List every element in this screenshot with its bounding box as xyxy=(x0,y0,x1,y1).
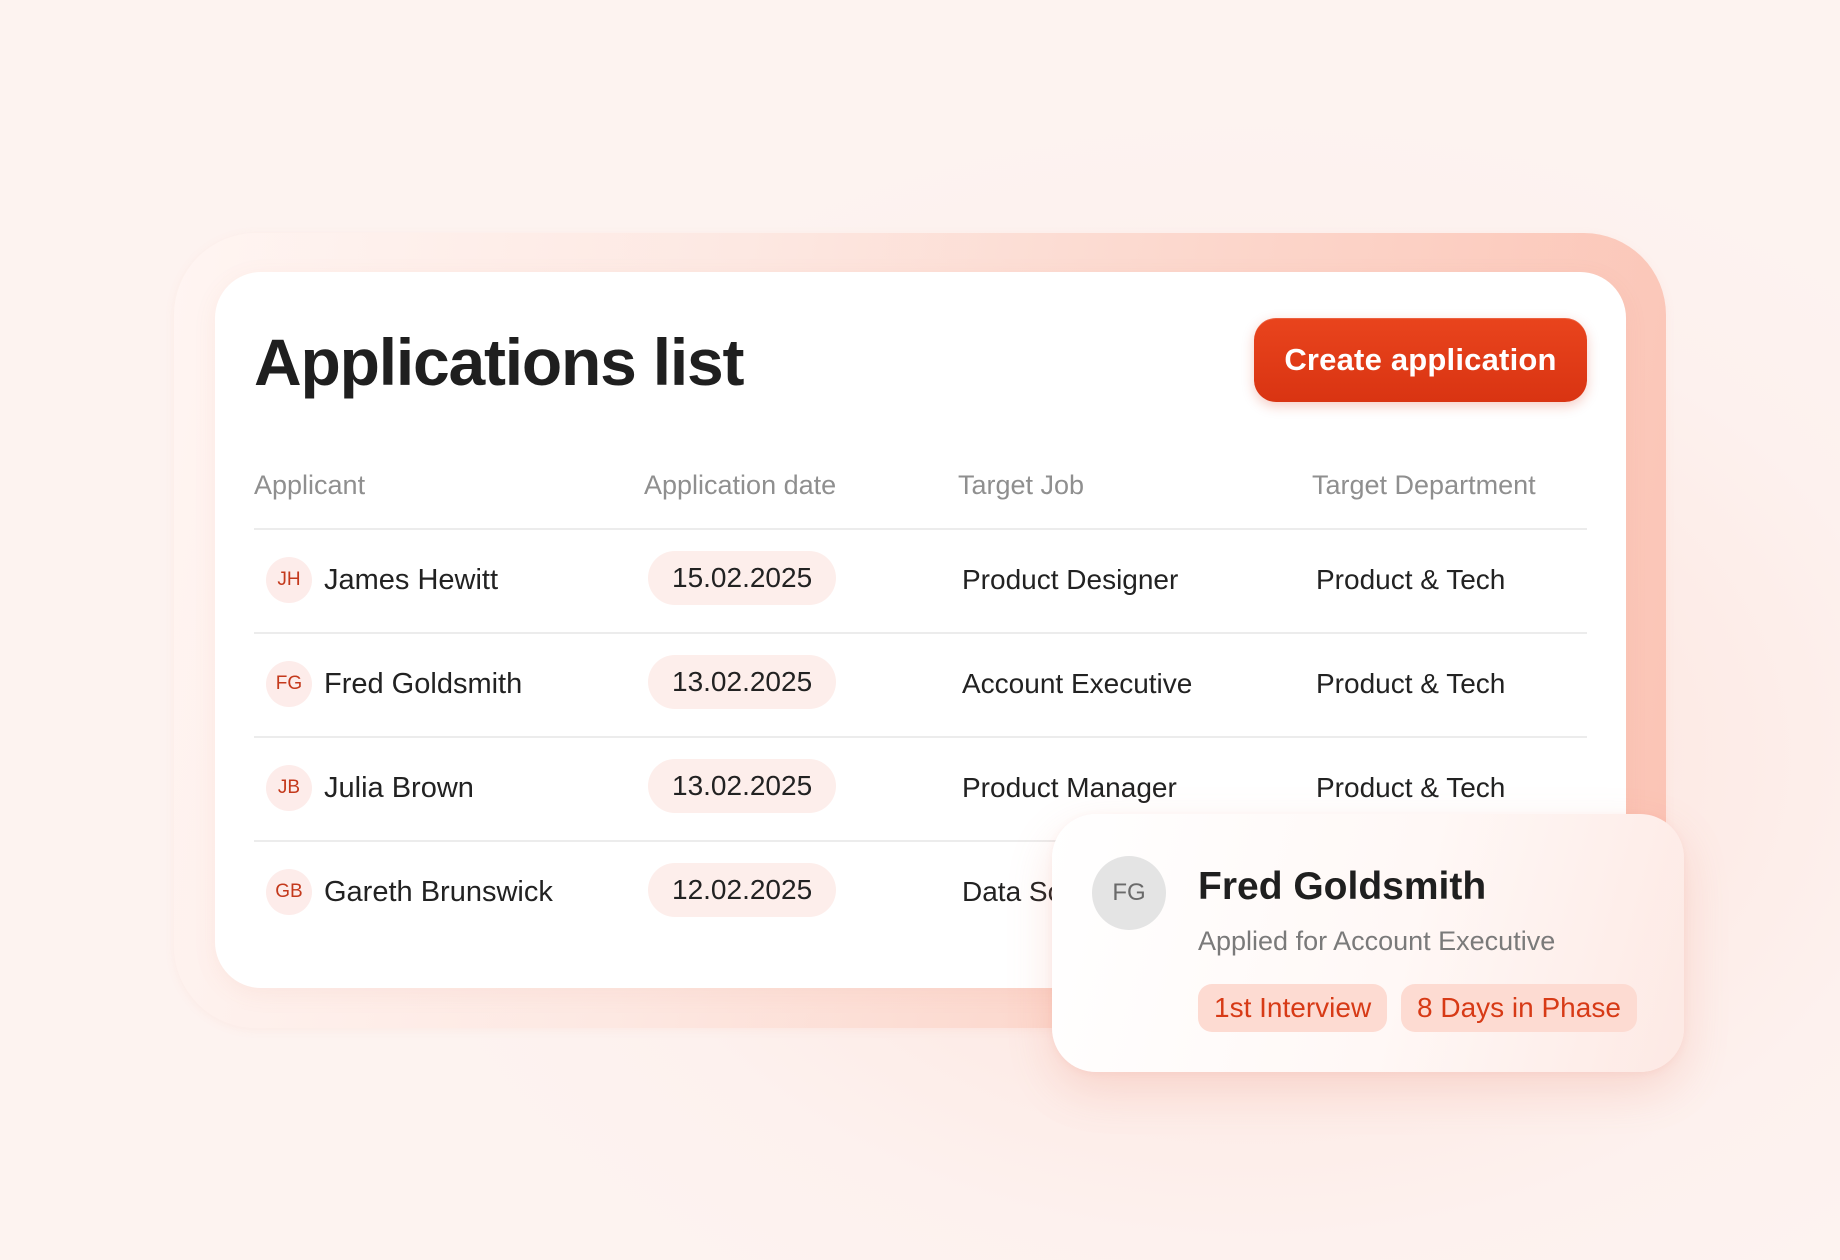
application-date-pill: 15.02.2025 xyxy=(648,551,837,605)
avatar: GB xyxy=(266,869,312,915)
application-date-pill: 13.02.2025 xyxy=(648,759,837,813)
interview-phase-badge: 1st Interview xyxy=(1198,984,1388,1032)
applicant-name: Fred Goldsmith xyxy=(324,668,523,700)
avatar: FG xyxy=(266,661,312,707)
applicant-name: Julia Brown xyxy=(324,772,474,804)
target-job: Product Manager xyxy=(962,772,1177,803)
target-department: Product & Tech xyxy=(1316,668,1506,699)
column-header-target-department[interactable]: Target Department xyxy=(1312,468,1536,502)
avatar: JH xyxy=(266,557,312,603)
page-title: Applications list xyxy=(254,325,745,399)
avatar: FG xyxy=(1092,856,1166,930)
days-in-phase-badge: 8 Days in Phase xyxy=(1401,984,1637,1032)
applicant-detail-popup[interactable]: FG Fred Goldsmith Applied for Account Ex… xyxy=(1052,814,1684,1072)
popup-applied-role: Applied for Account Executive xyxy=(1198,926,1556,956)
create-application-button[interactable]: Create application xyxy=(1254,318,1587,402)
target-job: Data Sc xyxy=(962,876,1062,907)
popup-applicant-name: Fred Goldsmith xyxy=(1198,865,1487,908)
target-job: Product Designer xyxy=(962,564,1179,595)
application-date-pill: 13.02.2025 xyxy=(648,655,837,709)
applicant-name: Gareth Brunswick xyxy=(324,876,553,908)
target-department: Product & Tech xyxy=(1316,772,1506,803)
target-job: Account Executive xyxy=(962,668,1193,699)
table-row[interactable]: JH James Hewitt 15.02.2025 Product Desig… xyxy=(254,529,1587,633)
applicant-name: James Hewitt xyxy=(324,564,499,596)
target-department: Product & Tech xyxy=(1316,564,1506,595)
application-date-pill: 12.02.2025 xyxy=(648,863,837,917)
avatar: JB xyxy=(266,765,312,811)
table-row[interactable]: FG Fred Goldsmith 13.02.2025 Account Exe… xyxy=(254,633,1587,737)
column-header-applicant[interactable]: Applicant xyxy=(254,468,365,502)
column-header-target-job[interactable]: Target Job xyxy=(958,468,1084,502)
column-header-application-date[interactable]: Application date xyxy=(644,468,836,502)
